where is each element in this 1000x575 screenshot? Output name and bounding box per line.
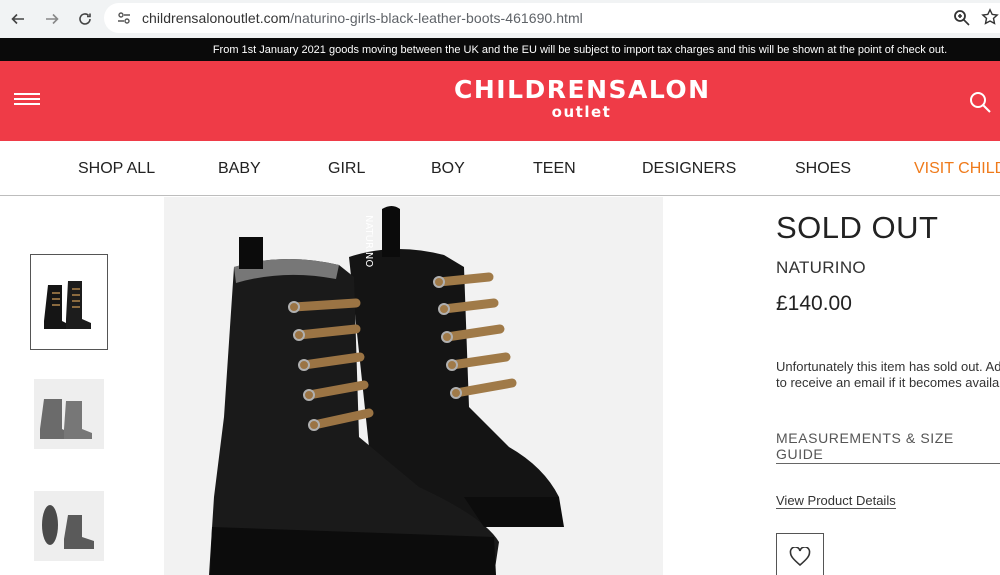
nav-designers[interactable]: DESIGNERS: [642, 160, 736, 178]
nav-baby[interactable]: BABY: [218, 160, 261, 178]
brand-name[interactable]: NATURINO: [776, 258, 866, 278]
url-text: childrensalonoutlet.com/naturino-girls-b…: [142, 10, 583, 26]
product-thumbnail-1[interactable]: [30, 254, 108, 350]
sold-out-message-line-1: Unfortunately this item has sold out. Ad…: [776, 359, 1000, 374]
nav-girl[interactable]: GIRL: [328, 160, 365, 178]
logo-main-text: CHILDRENSALON: [454, 75, 711, 104]
site-logo[interactable]: CHILDRENSALON outlet: [454, 75, 709, 121]
reload-icon[interactable]: [74, 8, 96, 30]
address-bar[interactable]: childrensalonoutlet.com/naturino-girls-b…: [104, 3, 1000, 33]
forward-icon[interactable]: [41, 8, 63, 30]
site-info-icon[interactable]: [116, 10, 132, 26]
search-icon[interactable]: [968, 90, 992, 119]
logo-sub-text: outlet: [551, 103, 612, 121]
sold-out-message: Unfortunately this item has sold out. Ad…: [776, 359, 1000, 391]
nav-boy[interactable]: BOY: [431, 160, 465, 178]
bookmark-star-icon[interactable]: [981, 8, 999, 31]
wishlist-button[interactable]: [776, 533, 824, 575]
product-thumbnail-3[interactable]: [30, 478, 108, 574]
sold-out-message-line-2: to receive an email if it becomes availa…: [776, 375, 1000, 390]
back-icon[interactable]: [7, 8, 29, 30]
url-path: /naturino-girls-black-leather-boots-4616…: [290, 10, 583, 26]
view-product-details-link[interactable]: View Product Details: [776, 493, 896, 509]
import-tax-notice: From 1st January 2021 goods moving betwe…: [0, 38, 1000, 61]
nav-shop-all[interactable]: SHOP ALL: [78, 160, 155, 178]
nav-shoes[interactable]: SHOES: [795, 160, 851, 178]
url-host: childrensalonoutlet.com: [142, 10, 291, 26]
nav-teen[interactable]: TEEN: [533, 160, 576, 178]
svg-text:NATURINO: NATURINO: [363, 215, 374, 267]
product-main-image[interactable]: NATURINO: [164, 197, 663, 575]
browser-toolbar: childrensalonoutlet.com/naturino-girls-b…: [0, 0, 1000, 38]
category-nav: SHOP ALL BABY GIRL BOY TEEN DESIGNERS SH…: [0, 141, 1000, 196]
zoom-icon[interactable]: [953, 9, 971, 32]
menu-icon[interactable]: [14, 93, 40, 107]
sold-out-label: SOLD OUT: [776, 210, 939, 245]
size-guide-link[interactable]: MEASUREMENTS & SIZE GUIDE: [776, 430, 1000, 464]
heart-icon: [789, 547, 811, 567]
nav-visit-childrensalon[interactable]: VISIT CHILD: [914, 160, 1000, 178]
product-price: £140.00: [776, 292, 852, 315]
product-thumbnail-2[interactable]: [30, 366, 108, 462]
site-header: CHILDRENSALON outlet: [0, 61, 1000, 141]
